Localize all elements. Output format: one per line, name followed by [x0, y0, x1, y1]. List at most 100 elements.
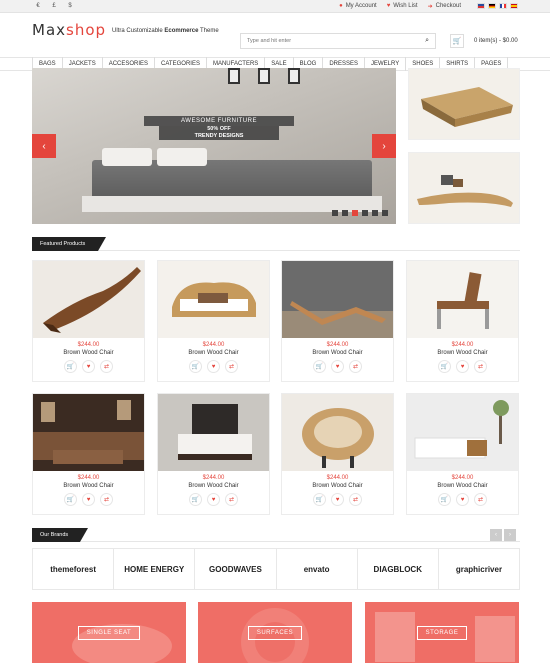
product-card[interactable]: $244.00 Brown Wood Chair 🛒 ♥ ⇄ — [406, 260, 519, 382]
featured-products-heading: Featured Products — [32, 237, 106, 251]
compare-button[interactable]: ⇄ — [225, 493, 238, 506]
add-to-cart-button[interactable]: 🛒 — [438, 493, 451, 506]
product-card[interactable]: $244.00 Brown Wood Chair 🛒 ♥ ⇄ — [32, 260, 145, 382]
chevron-right-icon: › — [382, 140, 386, 152]
product-image-modern-chair[interactable] — [407, 261, 518, 338]
cart-icon: 🛒 — [315, 497, 324, 503]
product-name[interactable]: Brown Wood Chair — [407, 350, 518, 356]
compare-button[interactable]: ⇄ — [474, 360, 487, 373]
add-to-cart-button[interactable]: 🛒 — [313, 360, 326, 373]
hero-slider: AWESOME FURNITURE 50% OFF TRENDY DESIGNS… — [32, 68, 396, 224]
compare-button[interactable]: ⇄ — [100, 493, 113, 506]
add-to-wishlist-button[interactable]: ♥ — [331, 493, 344, 506]
add-to-cart-button[interactable]: 🛒 — [313, 493, 326, 506]
compare-button[interactable]: ⇄ — [100, 360, 113, 373]
currency-pound[interactable]: £ — [48, 1, 60, 11]
product-image-round-chair[interactable] — [282, 394, 393, 471]
slider-dot[interactable] — [372, 210, 378, 216]
product-name[interactable]: Brown Wood Chair — [158, 483, 269, 489]
compare-button[interactable]: ⇄ — [225, 360, 238, 373]
product-card[interactable]: $244.00 Brown Wood Chair 🛒 ♥ ⇄ — [157, 393, 270, 515]
product-price: $244.00 — [77, 342, 100, 348]
promo-single-seat[interactable]: SINGLE SEAT — [32, 602, 186, 663]
add-to-wishlist-button[interactable]: ♥ — [456, 493, 469, 506]
product-image-dark-bed[interactable] — [158, 394, 269, 471]
top-links: ● My Account ♥ Wish List ➜ Checkout — [339, 3, 518, 10]
checkout-link[interactable]: ➜ Checkout — [428, 3, 461, 10]
compare-button[interactable]: ⇄ — [349, 493, 362, 506]
slider-next-button[interactable]: › — [372, 134, 396, 158]
add-to-wishlist-button[interactable]: ♥ — [207, 360, 220, 373]
compare-button[interactable]: ⇄ — [474, 493, 487, 506]
product-card[interactable]: $244.00 Brown Wood Chair 🛒 ♥ ⇄ — [157, 260, 270, 382]
promo-surfaces[interactable]: SURFACES — [198, 602, 352, 663]
wish-list-link[interactable]: ♥ Wish List — [387, 3, 418, 9]
product-name[interactable]: Brown Wood Chair — [407, 483, 518, 489]
product-image-sofa-set[interactable] — [33, 394, 144, 471]
product-image-curved-bed[interactable] — [158, 261, 269, 338]
add-to-wishlist-button[interactable]: ♥ — [207, 493, 220, 506]
currency-dollar[interactable]: $ — [64, 1, 76, 11]
brand-logo-envato[interactable]: envato — [277, 549, 358, 589]
product-card[interactable]: $244.00 Brown Wood Chair 🛒 ♥ ⇄ — [281, 260, 394, 382]
heart-icon: ♥ — [86, 363, 91, 370]
slider-dot[interactable] — [362, 210, 368, 216]
flag-fr-icon[interactable] — [499, 3, 507, 9]
heart-icon: ♥ — [460, 496, 465, 503]
heart-icon: ♥ — [86, 496, 91, 503]
product-card[interactable]: $244.00 Brown Wood Chair 🛒 ♥ ⇄ — [32, 393, 145, 515]
product-card[interactable]: $244.00 Brown Wood Chair 🛒 ♥ ⇄ — [281, 393, 394, 515]
logo[interactable]: Maxshop — [32, 21, 106, 39]
product-image-white-bed[interactable] — [407, 394, 518, 471]
brands-prev-button[interactable]: ‹ — [490, 529, 502, 541]
brands-next-button[interactable]: › — [504, 529, 516, 541]
slider-dot[interactable] — [352, 210, 358, 216]
product-price: $244.00 — [77, 475, 100, 481]
product-name[interactable]: Brown Wood Chair — [282, 350, 393, 356]
flag-de-icon[interactable] — [488, 3, 496, 9]
promo-label: SINGLE SEAT — [77, 625, 141, 640]
promo-storage[interactable]: STORAGE — [365, 602, 519, 663]
brand-logo-goodwaves[interactable]: GOODWAVES — [195, 549, 277, 589]
add-to-cart-button[interactable]: 🛒 — [189, 493, 202, 506]
product-name[interactable]: Brown Wood Chair — [33, 350, 144, 356]
brand-logo-graphicriver[interactable]: graphicriver — [439, 549, 519, 589]
product-actions: 🛒 ♥ ⇄ — [33, 360, 144, 373]
brand-carousel-controls: ‹ › — [490, 529, 516, 541]
add-to-cart-button[interactable]: 🛒 — [64, 493, 77, 506]
add-to-wishlist-button[interactable]: ♥ — [331, 360, 344, 373]
product-name[interactable]: Brown Wood Chair — [158, 350, 269, 356]
brand-logo-home-energy[interactable]: HOME ENERGY — [114, 549, 196, 589]
product-image-chair[interactable] — [33, 261, 144, 338]
side-banner-bottom[interactable] — [408, 152, 520, 224]
flag-es-icon[interactable] — [510, 3, 518, 9]
add-to-wishlist-button[interactable]: ♥ — [82, 360, 95, 373]
add-to-cart-button[interactable]: 🛒 — [189, 360, 202, 373]
slider-dots — [332, 210, 388, 216]
product-name[interactable]: Brown Wood Chair — [282, 483, 393, 489]
search-icon[interactable]: ⌕ — [425, 37, 429, 45]
side-banner-top[interactable] — [408, 68, 520, 140]
flag-en-icon[interactable] — [477, 3, 485, 9]
add-to-cart-button[interactable]: 🛒 — [438, 360, 451, 373]
compare-button[interactable]: ⇄ — [349, 360, 362, 373]
brand-logo-themeforest[interactable]: themeforest — [33, 549, 115, 589]
my-account-link[interactable]: ● My Account — [339, 3, 377, 9]
cart-icon[interactable]: 🛒 — [450, 34, 464, 48]
slider-dot[interactable] — [342, 210, 348, 216]
search-input[interactable] — [247, 38, 426, 44]
slider-dot[interactable] — [332, 210, 338, 216]
add-to-wishlist-button[interactable]: ♥ — [82, 493, 95, 506]
slider-dot[interactable] — [382, 210, 388, 216]
add-to-wishlist-button[interactable]: ♥ — [456, 360, 469, 373]
slider-prev-button[interactable]: ‹ — [32, 134, 56, 158]
compare-icon: ⇄ — [477, 364, 484, 370]
product-card[interactable]: $244.00 Brown Wood Chair 🛒 ♥ ⇄ — [406, 393, 519, 515]
cart-icon: 🛒 — [440, 364, 449, 370]
add-to-cart-button[interactable]: 🛒 — [64, 360, 77, 373]
brand-logo-diagblock[interactable]: DIAGBLOCK — [358, 549, 439, 589]
currency-euro[interactable]: € — [32, 1, 44, 11]
product-name[interactable]: Brown Wood Chair — [33, 483, 144, 489]
product-image-lounger[interactable] — [282, 261, 393, 338]
cart-summary[interactable]: 🛒 0 item(s) - $0.00 — [450, 34, 518, 48]
